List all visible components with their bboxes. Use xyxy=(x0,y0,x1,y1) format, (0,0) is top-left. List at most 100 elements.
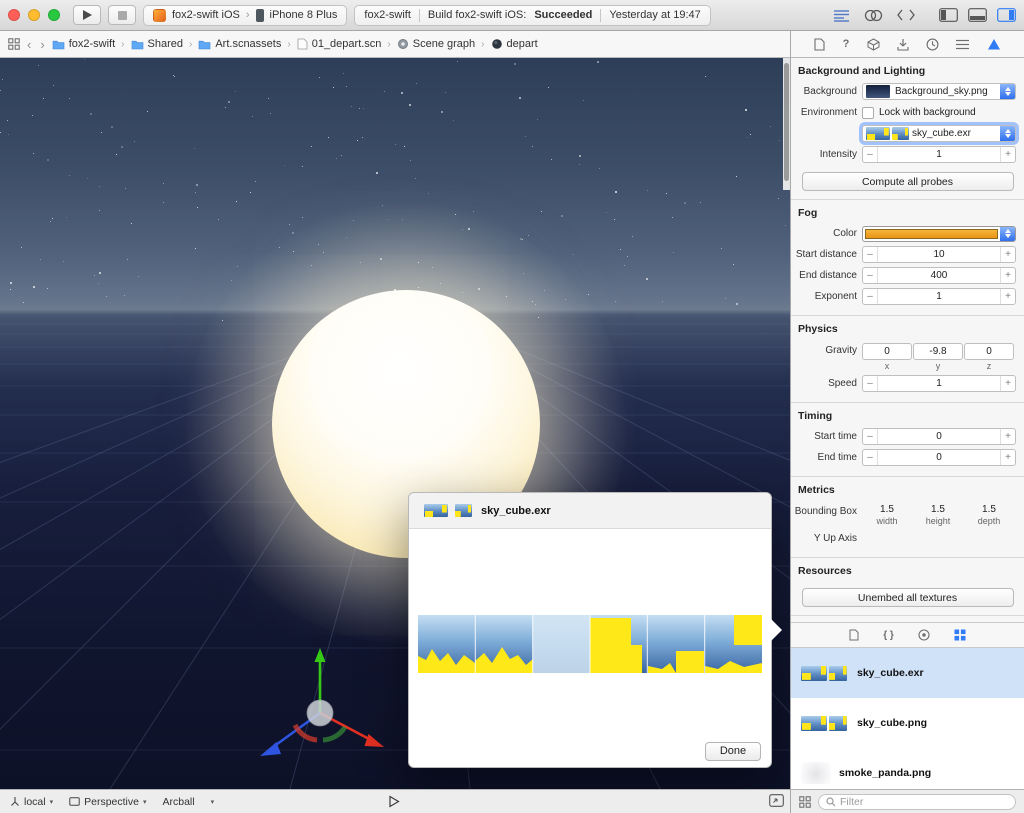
end-time-row: End time – 0 + xyxy=(791,447,1024,468)
section-title: Timing xyxy=(798,410,833,422)
list-item[interactable]: smoke_panda.png xyxy=(791,748,1024,789)
speed-row: Speed – 1 + xyxy=(791,373,1024,394)
version-editor-icon[interactable] xyxy=(897,9,915,21)
inspector-panel-icon[interactable] xyxy=(997,8,1016,22)
unembed-all-textures-button[interactable]: Unembed all textures xyxy=(801,588,1014,607)
grid-view-icon[interactable] xyxy=(799,795,811,808)
speed-stepper[interactable]: – 1 + xyxy=(862,375,1016,392)
scrollbar-thumb[interactable] xyxy=(784,63,789,181)
tab-quick-help[interactable]: ? xyxy=(843,38,850,50)
section-metrics: Metrics Bounding Box 1.5 width 1.5 heigh… xyxy=(791,477,1024,558)
navigation-mode-selector[interactable]: Arcball xyxy=(163,796,195,808)
overlay-toggle-icon[interactable] xyxy=(769,794,784,810)
increment-icon[interactable]: + xyxy=(1000,376,1015,391)
section-physics: Physics Gravity 0 x -9.8 y 0 z Speed – 1… xyxy=(791,316,1024,403)
list-item[interactable]: sky_cube.exr xyxy=(791,648,1024,698)
increment-icon[interactable]: + xyxy=(1000,147,1015,162)
start-time-row: Start time – 0 + xyxy=(791,426,1024,447)
chevron-right-icon: › xyxy=(188,38,193,50)
axes-gizmo[interactable] xyxy=(245,643,405,773)
decrement-icon[interactable]: – xyxy=(863,247,878,262)
environment-label: Environment xyxy=(800,107,857,118)
breadcrumb-shared[interactable]: Shared xyxy=(131,38,183,50)
assistant-editor-icon[interactable] xyxy=(864,9,883,22)
list-item[interactable]: sky_cube.png xyxy=(791,698,1024,748)
increment-icon[interactable]: + xyxy=(1000,429,1015,444)
camera-selector[interactable]: Perspective ▾ xyxy=(69,796,147,808)
tab-node-inspector[interactable] xyxy=(867,37,880,51)
tab-scene-inspector-selected[interactable] xyxy=(987,38,1001,51)
scheme-selector[interactable]: fox2-swift iOS › iPhone 8 Plus xyxy=(143,4,348,26)
decrement-icon[interactable]: – xyxy=(863,376,878,391)
tab-list-inspector[interactable] xyxy=(956,39,970,50)
intensity-stepper[interactable]: – 1 + xyxy=(862,146,1016,163)
breadcrumb-scene-graph[interactable]: Scene graph xyxy=(397,38,475,50)
breadcrumb-scene-file[interactable]: 01_depart.scn xyxy=(297,38,381,50)
fog-color-row: Color xyxy=(791,223,1024,244)
breadcrumb-artassets[interactable]: Art.scnassets xyxy=(198,38,281,50)
breadcrumb-node[interactable]: depart xyxy=(491,38,538,50)
decrement-icon[interactable]: – xyxy=(863,450,878,465)
decrement-icon[interactable]: – xyxy=(863,289,878,304)
increment-icon[interactable]: + xyxy=(1000,268,1015,283)
chevron-down-icon[interactable]: ▾ xyxy=(211,798,215,806)
resources-list: sky_cube.exr sky_cube.png smoke_panda.pn… xyxy=(791,648,1024,789)
related-items-icon[interactable] xyxy=(8,38,20,50)
end-time-stepper[interactable]: – 0 + xyxy=(862,449,1016,466)
filter-input[interactable] xyxy=(840,795,1008,808)
environment-combo[interactable]: sky_cube.exr xyxy=(862,125,1016,142)
navigator-panel-icon[interactable] xyxy=(939,8,958,22)
debug-area-panel-icon[interactable] xyxy=(968,8,987,22)
breadcrumb-project[interactable]: fox2-swift xyxy=(52,38,115,50)
bb-width-group: 1.5 width xyxy=(862,504,912,526)
device-name: iPhone 8 Plus xyxy=(269,9,338,21)
breadcrumb-label: Shared xyxy=(147,38,183,50)
run-button[interactable] xyxy=(73,5,101,25)
play-scene-button[interactable] xyxy=(388,795,400,811)
fog-start-stepper[interactable]: – 10 + xyxy=(862,246,1016,263)
stop-button[interactable] xyxy=(108,5,136,25)
close-button[interactable] xyxy=(8,9,20,21)
standard-editor-icon[interactable] xyxy=(833,9,850,22)
compute-all-probes-button[interactable]: Compute all probes xyxy=(801,172,1014,191)
scene-inspector: Background and Lighting Background Backg… xyxy=(791,58,1024,616)
tab-file-inspector[interactable] xyxy=(814,37,825,51)
library-tab-file[interactable] xyxy=(849,629,859,641)
node-space-selector[interactable]: local ▾ xyxy=(10,796,53,808)
gravity-x-field[interactable]: 0 xyxy=(862,343,912,360)
jump-bar: ‹ › fox2-swift › Shared › Art.scnassets … xyxy=(0,31,790,58)
decrement-icon[interactable]: – xyxy=(863,147,878,162)
forward-icon[interactable]: › xyxy=(38,37,46,52)
popover-arrow xyxy=(771,619,782,641)
tab-physics-inspector[interactable] xyxy=(926,38,939,51)
library-tab-snippets[interactable]: { } xyxy=(883,630,894,641)
bb-depth-label: depth xyxy=(977,516,1001,526)
minimize-button[interactable] xyxy=(28,9,40,21)
scene-viewport[interactable]: sky_cube.exr Done xyxy=(0,58,790,789)
library-tab-objects-selected[interactable] xyxy=(954,629,966,641)
done-button[interactable]: Done xyxy=(705,741,761,761)
gravity-y-axis-label: y xyxy=(935,361,941,371)
increment-icon[interactable]: + xyxy=(1000,450,1015,465)
decrement-icon[interactable]: – xyxy=(863,268,878,283)
gravity-y-field[interactable]: -9.8 xyxy=(913,343,963,360)
background-combo[interactable]: Background_sky.png xyxy=(862,83,1016,100)
start-time-stepper[interactable]: – 0 + xyxy=(862,428,1016,445)
increment-icon[interactable]: + xyxy=(1000,289,1015,304)
fog-end-stepper[interactable]: – 400 + xyxy=(862,267,1016,284)
fog-start-row: Start distance – 10 + xyxy=(791,244,1024,265)
library-tab-media[interactable] xyxy=(918,629,930,641)
tab-attributes-inspector[interactable] xyxy=(897,38,909,51)
decrement-icon[interactable]: – xyxy=(863,429,878,444)
lock-with-background-checkbox[interactable] xyxy=(862,106,874,119)
gravity-z-field[interactable]: 0 xyxy=(964,343,1014,360)
gravity-z-field-group: 0 z xyxy=(964,343,1014,371)
increment-icon[interactable]: + xyxy=(1000,247,1015,262)
filter-field[interactable] xyxy=(818,793,1016,810)
texture-preview-popover: sky_cube.exr Done xyxy=(408,492,782,768)
fog-color-well[interactable] xyxy=(862,225,1016,242)
node-icon xyxy=(491,39,502,49)
zoom-button[interactable] xyxy=(48,9,60,21)
fog-exponent-stepper[interactable]: – 1 + xyxy=(862,288,1016,305)
back-icon[interactable]: ‹ xyxy=(25,37,33,52)
